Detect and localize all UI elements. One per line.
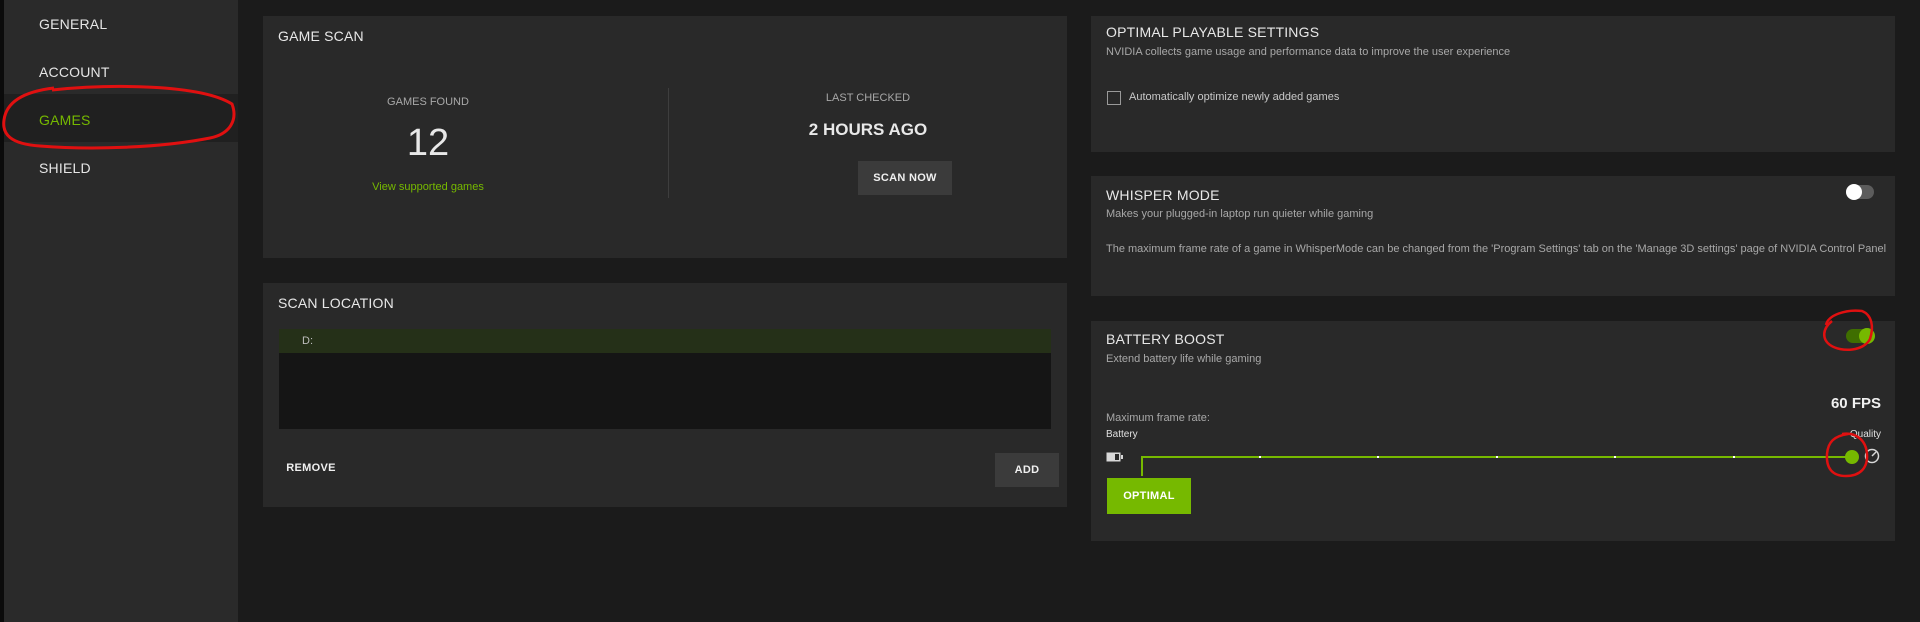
optimal-settings-title: OPTIMAL PLAYABLE SETTINGS — [1106, 24, 1320, 40]
toggle-knob — [1859, 328, 1875, 344]
slider-tick — [1258, 456, 1261, 458]
slider-tick — [1377, 456, 1379, 458]
auto-optimize-label: Automatically optimize newly added games — [1129, 91, 1340, 103]
max-frame-rate-label: Maximum frame rate: — [1106, 412, 1210, 424]
location-list: D: — [279, 329, 1051, 429]
toggle-knob — [1846, 184, 1862, 200]
add-button[interactable]: ADD — [995, 453, 1059, 487]
whisper-mode-note: The maximum frame rate of a game in Whis… — [1106, 243, 1887, 255]
divider — [668, 88, 669, 198]
view-supported-games-link[interactable]: View supported games — [263, 181, 593, 193]
last-checked-value: 2 HOURS AGO — [808, 120, 928, 139]
slider-tick — [1614, 456, 1616, 458]
optimal-button[interactable]: OPTIMAL — [1107, 478, 1191, 514]
sidebar-item-general[interactable]: GENERAL — [39, 16, 107, 32]
auto-optimize-checkbox[interactable] — [1107, 91, 1121, 105]
location-path: D: — [302, 335, 313, 347]
scan-now-button[interactable]: SCAN NOW — [858, 161, 952, 195]
frame-rate-slider-thumb[interactable] — [1845, 450, 1859, 464]
slider-tick — [1732, 456, 1735, 458]
sidebar-item-shield[interactable]: SHIELD — [39, 160, 91, 176]
battery-boost-panel: BATTERY BOOST Extend battery life while … — [1091, 321, 1895, 541]
whisper-mode-toggle[interactable] — [1846, 184, 1874, 200]
games-found-count: 12 — [406, 122, 450, 164]
slider-tick — [1495, 456, 1498, 458]
sidebar: GENERAL ACCOUNT GAMES SHIELD — [4, 0, 238, 622]
whisper-mode-subtitle: Makes your plugged-in laptop run quieter… — [1106, 208, 1374, 220]
optimal-settings-panel: OPTIMAL PLAYABLE SETTINGS NVIDIA collect… — [1091, 16, 1895, 152]
slider-connector — [1141, 456, 1143, 476]
battery-boost-subtitle: Extend battery life while gaming — [1106, 353, 1262, 365]
optimal-settings-subtitle: NVIDIA collects game usage and performan… — [1106, 46, 1511, 58]
location-row-selected[interactable]: D: — [279, 329, 1051, 353]
remove-button[interactable]: REMOVE — [281, 453, 341, 483]
last-checked-label: LAST CHECKED — [825, 92, 911, 104]
battery-icon — [1106, 452, 1123, 462]
app-window: GENERAL ACCOUNT GAMES SHIELD GAME SCAN G… — [0, 0, 1920, 622]
quality-label: Quality — [1849, 429, 1881, 440]
battery-boost-toggle[interactable] — [1846, 328, 1875, 344]
whisper-mode-panel: WHISPER MODE Makes your plugged-in lapto… — [1091, 176, 1895, 296]
sidebar-item-account[interactable]: ACCOUNT — [39, 64, 110, 80]
game-scan-panel: GAME SCAN GAMES FOUND 12 View supported … — [263, 16, 1067, 258]
game-scan-title: GAME SCAN — [278, 28, 364, 44]
games-found-label: GAMES FOUND — [387, 96, 469, 108]
battery-boost-title: BATTERY BOOST — [1106, 331, 1225, 347]
quality-gauge-icon — [1864, 448, 1880, 464]
battery-label: Battery — [1106, 429, 1138, 440]
whisper-mode-title: WHISPER MODE — [1106, 187, 1220, 203]
scan-location-title: SCAN LOCATION — [278, 295, 394, 311]
scan-location-panel: SCAN LOCATION D: REMOVE ADD — [263, 283, 1067, 507]
fps-value: 60 FPS — [1830, 395, 1881, 412]
sidebar-item-games[interactable]: GAMES — [39, 112, 91, 128]
